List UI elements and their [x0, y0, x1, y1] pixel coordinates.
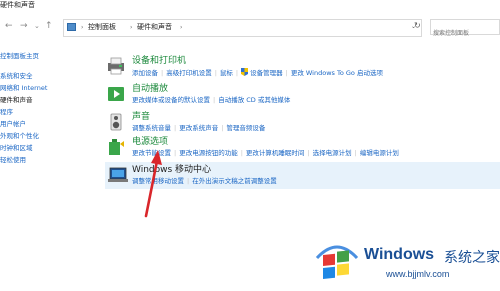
watermark-brand: Windows: [364, 246, 435, 263]
watermark: Windows 系统之家 www.bjjmlv.com: [310, 238, 500, 291]
watermark-url: www.bjjmlv.com: [386, 269, 450, 279]
watermark-site-name: 系统之家: [444, 250, 500, 266]
watermark-logo-icon: [315, 245, 359, 280]
